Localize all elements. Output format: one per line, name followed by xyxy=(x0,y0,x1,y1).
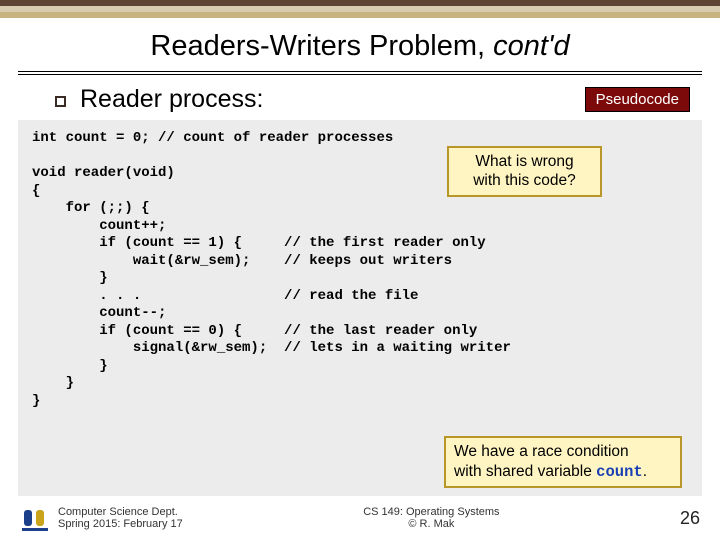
footer-date: Spring 2015: February 17 xyxy=(58,518,183,530)
callout-answer-line2a: with shared variable xyxy=(454,463,596,480)
callout-question-line1: What is wrong xyxy=(475,153,573,170)
slide-title: Readers-Writers Problem, cont'd xyxy=(30,30,690,63)
sjsu-logo-icon xyxy=(20,504,50,532)
title-text-main: Readers-Writers Problem, xyxy=(150,30,493,62)
callout-question-line2: with this code? xyxy=(473,172,576,189)
slide: Readers-Writers Problem, cont'd Reader p… xyxy=(0,0,720,540)
title-rule-2 xyxy=(18,74,702,75)
title-rule-1 xyxy=(18,71,702,72)
callout-answer-line1: We have a race condition xyxy=(454,443,629,460)
decorative-stripes xyxy=(0,0,720,18)
pseudocode-badge: Pseudocode xyxy=(585,87,690,112)
callout-question: What is wrong with this code? xyxy=(447,146,602,197)
footer-left: Computer Science Dept. Spring 2015: Febr… xyxy=(20,504,183,532)
code-block: int count = 0; // count of reader proces… xyxy=(18,120,702,496)
footer-course: CS 149: Operating Systems xyxy=(183,506,680,518)
callout-answer-line2c: . xyxy=(643,463,647,480)
footer-author: © R. Mak xyxy=(183,518,680,530)
callout-answer-count: count xyxy=(596,463,643,481)
section-heading: Reader process: xyxy=(80,85,585,114)
footer-left-text: Computer Science Dept. Spring 2015: Febr… xyxy=(58,506,183,530)
footer-dept: Computer Science Dept. xyxy=(58,506,183,518)
code-body: void reader(void) { for (;;) { count++; … xyxy=(32,165,511,409)
page-number: 26 xyxy=(680,508,700,529)
footer: Computer Science Dept. Spring 2015: Febr… xyxy=(0,496,720,540)
footer-center: CS 149: Operating Systems © R. Mak xyxy=(183,506,680,530)
square-bullet-icon xyxy=(55,96,66,107)
code-line-decl: int count = 0; // count of reader proces… xyxy=(32,130,393,146)
stripe-gold xyxy=(0,12,720,18)
section-row: Reader process: Pseudocode xyxy=(55,85,690,114)
callout-answer: We have a race condition with shared var… xyxy=(444,436,682,488)
title-text-italic: cont'd xyxy=(493,30,569,62)
